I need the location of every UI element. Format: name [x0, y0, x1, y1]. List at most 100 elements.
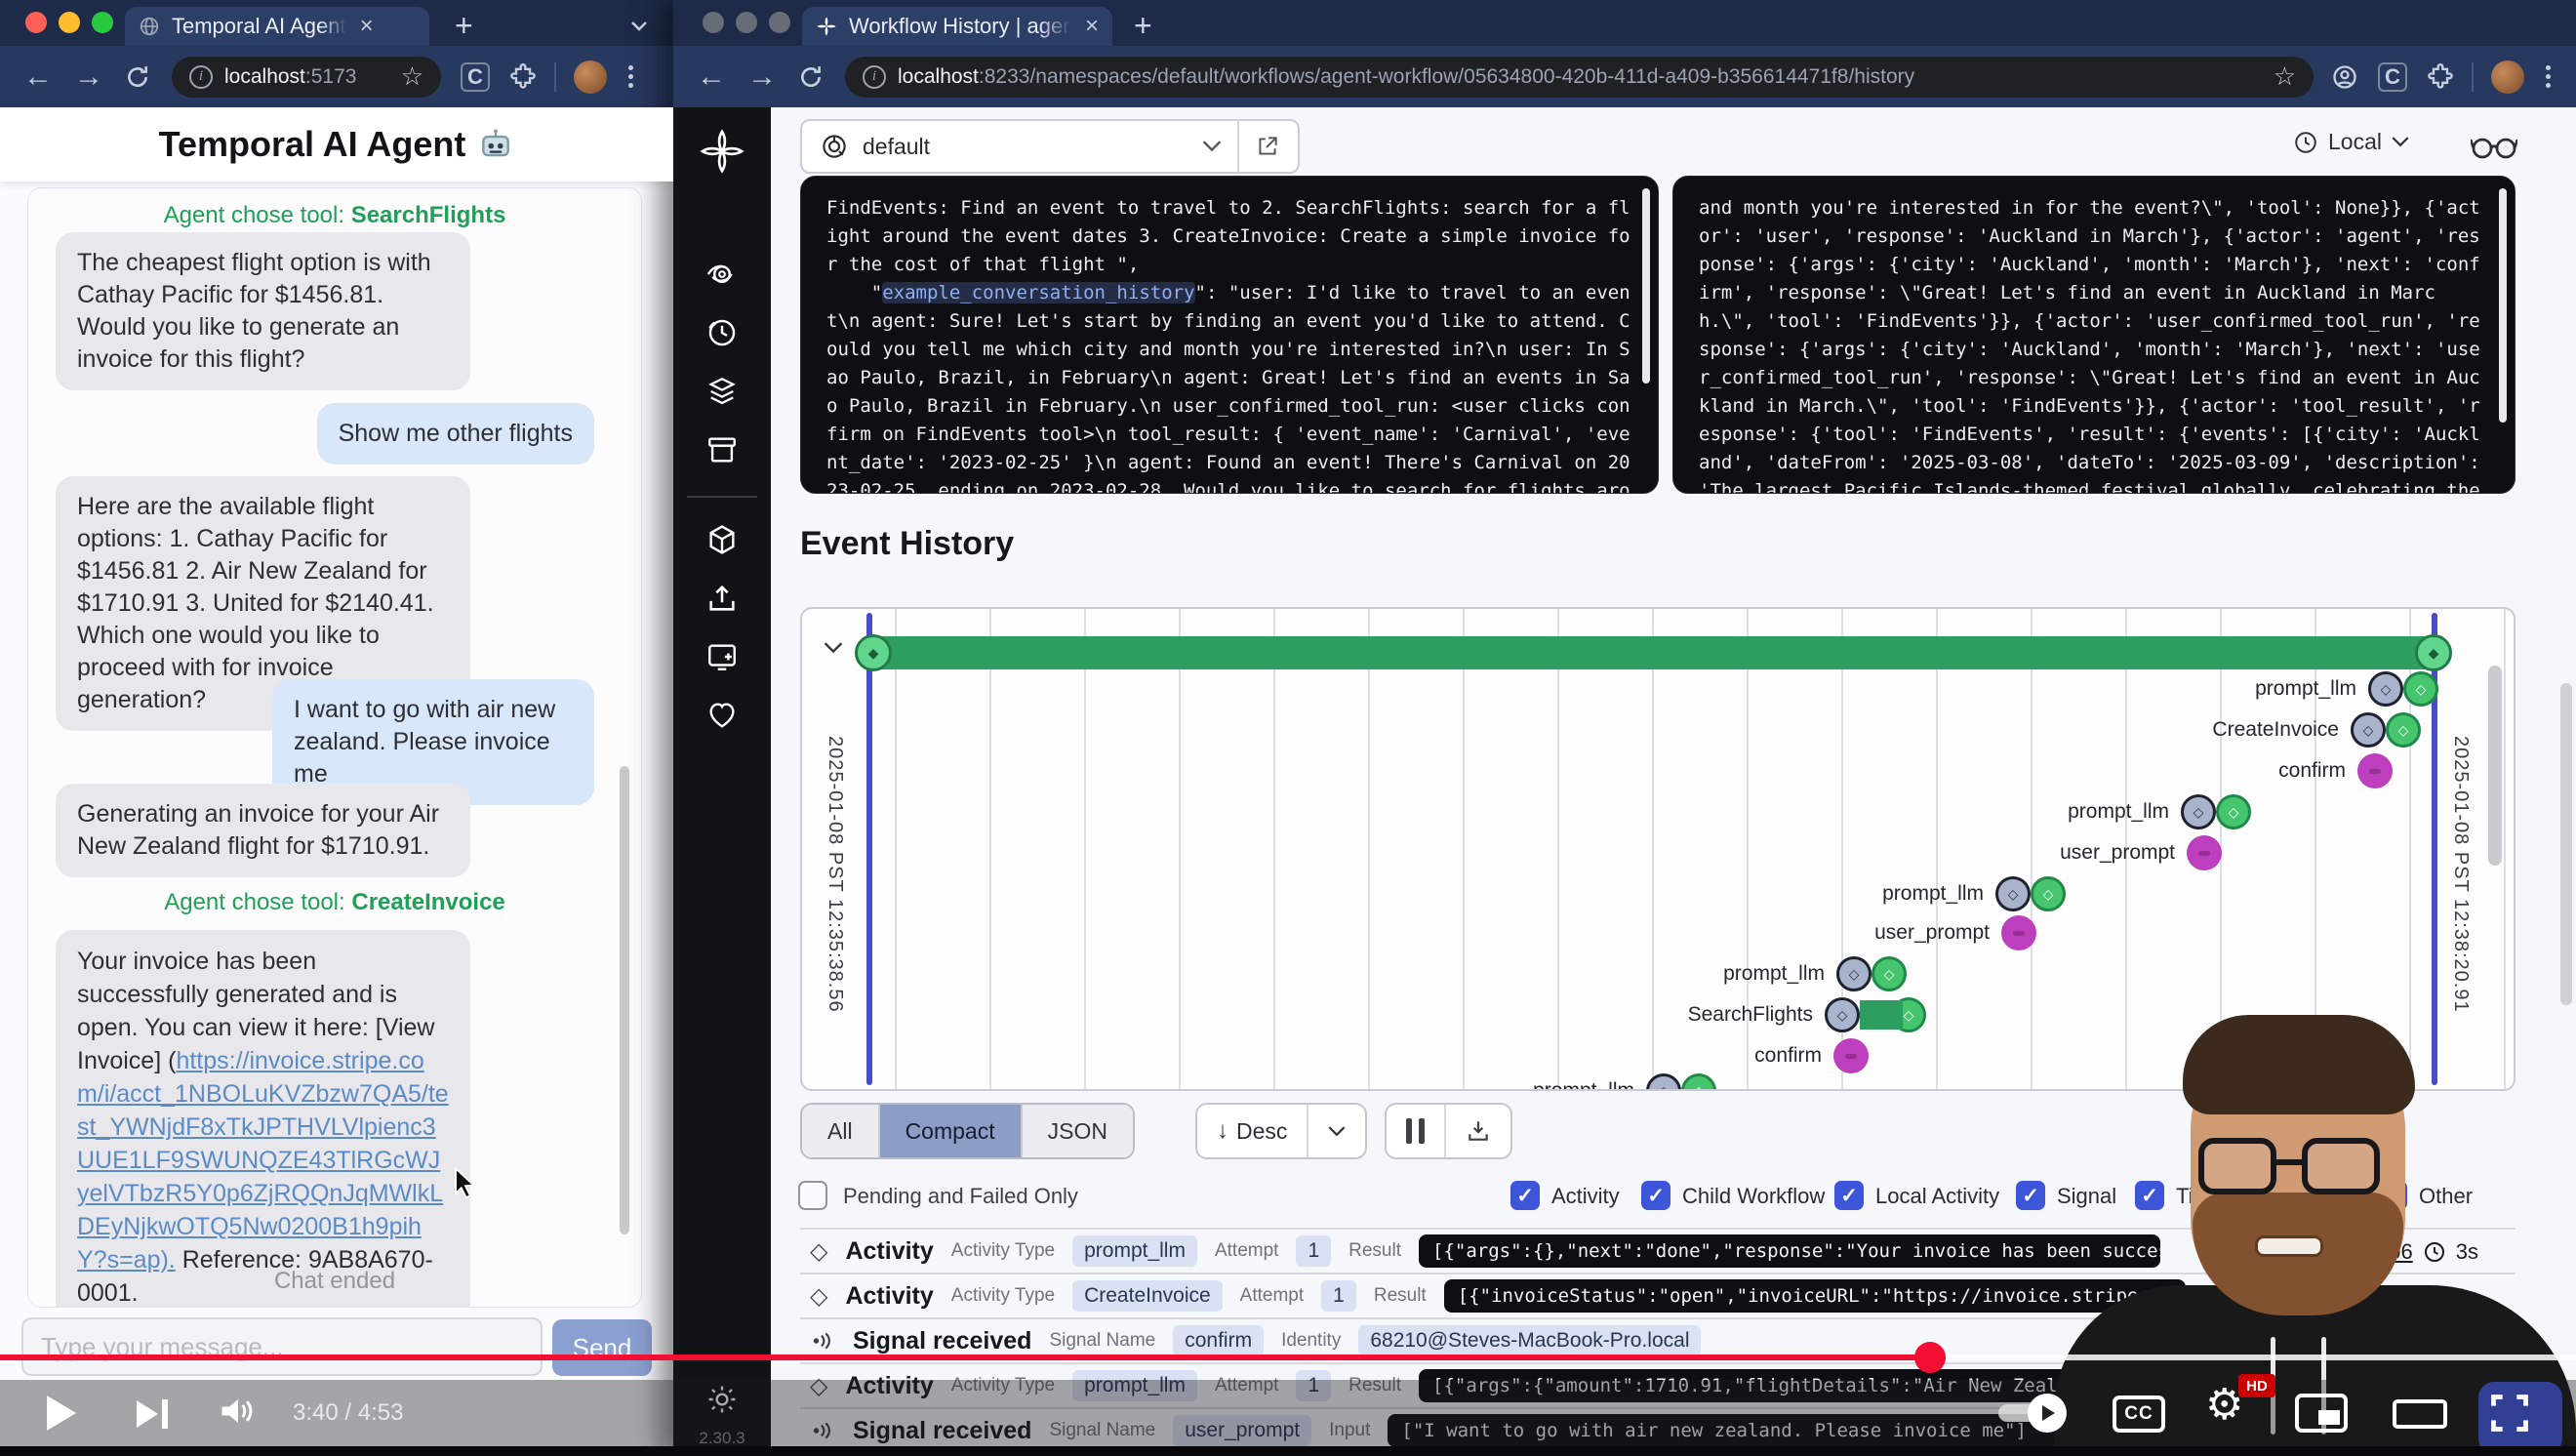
video-fullscreen-button[interactable]	[2488, 1392, 2531, 1435]
labs-glasses-icon[interactable]	[2471, 131, 2517, 160]
clock-icon	[2293, 130, 2318, 155]
profile-circle-icon[interactable]	[2331, 63, 2358, 91]
sort-desc-button[interactable]: ↓Desc	[1197, 1105, 1308, 1157]
site-info-icon[interactable]: i	[189, 65, 213, 89]
code-scrollbar[interactable]	[1642, 188, 1650, 384]
forward-icon[interactable]: →	[747, 61, 777, 94]
timezone-select[interactable]: Local	[2293, 129, 2409, 155]
temporal-logo-icon[interactable]	[700, 129, 745, 174]
tab-workflow-history[interactable]: Workflow History | agent-wor ×	[802, 7, 1112, 46]
video-next-button[interactable]	[137, 1399, 168, 1429]
back-icon[interactable]: ←	[23, 61, 53, 94]
bookmark-star-icon[interactable]: ☆	[2260, 61, 2296, 92]
bookmark-star-icon[interactable]: ☆	[387, 61, 423, 92]
tab-temporal-ai-agent[interactable]: Temporal AI Agent ×	[125, 7, 429, 46]
timeline-event[interactable]: user_prompt	[2060, 835, 2222, 870]
timeline-event[interactable]: confirm	[1754, 1038, 1869, 1073]
invoice-link[interactable]: https://invoice.stripe.com/i/acct_1NBOLu…	[77, 1047, 449, 1274]
close-tab-icon[interactable]: ×	[1085, 13, 1099, 40]
local-activity-checkbox[interactable]: ✓	[1834, 1181, 1864, 1210]
video-play-button[interactable]	[47, 1395, 76, 1431]
video-miniplayer-button[interactable]	[2295, 1394, 2348, 1433]
site-info-icon[interactable]: i	[863, 65, 886, 89]
minimize-window-button[interactable]	[736, 12, 757, 33]
close-window-button[interactable]	[703, 12, 724, 33]
chat-scrollbar[interactable]	[620, 766, 629, 1234]
address-bar[interactable]: i localhost:8233/namespaces/default/work…	[845, 57, 2314, 98]
browser-menu-icon[interactable]	[624, 61, 637, 92]
view-compact-tab[interactable]: Compact	[880, 1105, 1023, 1157]
temporal-favicon	[816, 16, 837, 37]
download-history-button[interactable]	[1446, 1105, 1510, 1157]
zoom-window-button[interactable]	[769, 12, 790, 33]
activity-checkbox[interactable]: ✓	[1510, 1181, 1540, 1210]
pause-button[interactable]	[1387, 1105, 1446, 1157]
address-bar[interactable]: i localhost:5173 ☆	[172, 57, 441, 98]
upload-icon[interactable]	[705, 582, 739, 615]
cube-icon[interactable]	[705, 523, 739, 556]
timeline-event[interactable]: confirm	[2278, 753, 2393, 789]
child-workflow-checkbox[interactable]: ✓	[1641, 1181, 1670, 1210]
collapse-timeline-chevron[interactable]	[816, 630, 851, 666]
video-captions-button[interactable]: CC	[2113, 1395, 2165, 1433]
namespace-select[interactable]: default	[800, 119, 1300, 174]
reload-icon[interactable]	[798, 64, 824, 90]
signal-checkbox[interactable]: ✓	[2016, 1181, 2045, 1210]
reload-icon[interactable]	[125, 64, 150, 90]
timeline-event[interactable]: prompt_llm◇◇	[1533, 1073, 1716, 1091]
browser-menu-icon[interactable]	[2542, 61, 2555, 92]
message-input[interactable]	[21, 1317, 543, 1376]
profile-avatar[interactable]	[2491, 61, 2524, 94]
timeline-event[interactable]: SearchFlights◇◇	[1688, 997, 1926, 1032]
view-json-tab[interactable]: JSON	[1023, 1105, 1133, 1157]
video-volume-icon[interactable]	[217, 1394, 260, 1429]
schedules-clock-icon[interactable]	[705, 316, 739, 349]
tab-search-chevron[interactable]	[624, 12, 654, 41]
workflow-input-code-panel[interactable]: FindEvents: Find an event to travel to 2…	[800, 176, 1659, 494]
video-autoplay-toggle[interactable]	[1998, 1394, 2067, 1433]
event-history-title: Event History	[800, 525, 1014, 563]
timeline-event[interactable]: prompt_llm◇◇	[2255, 671, 2438, 707]
extension-c-icon[interactable]: C	[461, 62, 490, 92]
page-scrollbar[interactable]	[2560, 683, 2572, 1005]
video-progress-played[interactable]	[0, 1355, 1930, 1360]
forward-icon[interactable]: →	[74, 61, 103, 94]
workflows-eye-icon[interactable]	[705, 258, 739, 291]
send-button[interactable]: Send	[552, 1319, 652, 1376]
workflow-span-bar[interactable]	[871, 636, 2436, 669]
video-theater-button[interactable]	[2393, 1399, 2447, 1429]
video-progress-knob[interactable]	[1914, 1342, 1946, 1373]
code-scrollbar[interactable]	[2499, 188, 2507, 423]
monitor-plus-icon[interactable]	[705, 640, 739, 673]
pending-failed-checkbox[interactable]	[798, 1181, 827, 1210]
signal-icon	[810, 1328, 835, 1354]
close-tab-icon[interactable]: ×	[360, 13, 374, 40]
profile-avatar[interactable]	[574, 61, 607, 94]
close-window-button[interactable]	[25, 12, 47, 33]
heart-icon[interactable]	[705, 699, 739, 732]
screen: Temporal AI Agent × + ← → i localhost:51…	[0, 0, 2576, 1456]
new-tab-button[interactable]: +	[455, 8, 473, 44]
puzzle-extensions-icon[interactable]	[2427, 63, 2454, 91]
timeline-event[interactable]: user_prompt	[1874, 915, 2036, 950]
layers-icon[interactable]	[705, 375, 739, 408]
zoom-window-button[interactable]	[92, 12, 113, 33]
timeline-event[interactable]: prompt_llm◇◇	[1882, 876, 2066, 911]
conversation-history-code-panel[interactable]: and month you're interested in for the e…	[1672, 176, 2516, 494]
back-icon[interactable]: ←	[697, 61, 726, 94]
puzzle-extensions-icon[interactable]	[509, 63, 537, 91]
archive-box-icon[interactable]	[705, 433, 739, 466]
timeline-event[interactable]: CreateInvoice◇◇	[2212, 712, 2421, 748]
workflow-end-marker[interactable]: ◆	[2415, 634, 2452, 671]
workflow-start-marker[interactable]: ◆	[855, 634, 892, 671]
timeline-event[interactable]: prompt_llm◇◇	[1723, 956, 1907, 991]
minimize-window-button[interactable]	[59, 12, 80, 33]
view-all-tab[interactable]: All	[802, 1105, 880, 1157]
timeline-scrollbar[interactable]	[2488, 666, 2502, 866]
sort-chevron-button[interactable]	[1308, 1105, 1365, 1157]
new-tab-button[interactable]: +	[1134, 8, 1152, 44]
extension-c-icon[interactable]: C	[2378, 62, 2407, 92]
open-external-icon[interactable]	[1255, 134, 1280, 159]
video-progress-remaining[interactable]	[1930, 1355, 2576, 1360]
timeline-event[interactable]: prompt_llm◇◇	[2068, 794, 2251, 829]
